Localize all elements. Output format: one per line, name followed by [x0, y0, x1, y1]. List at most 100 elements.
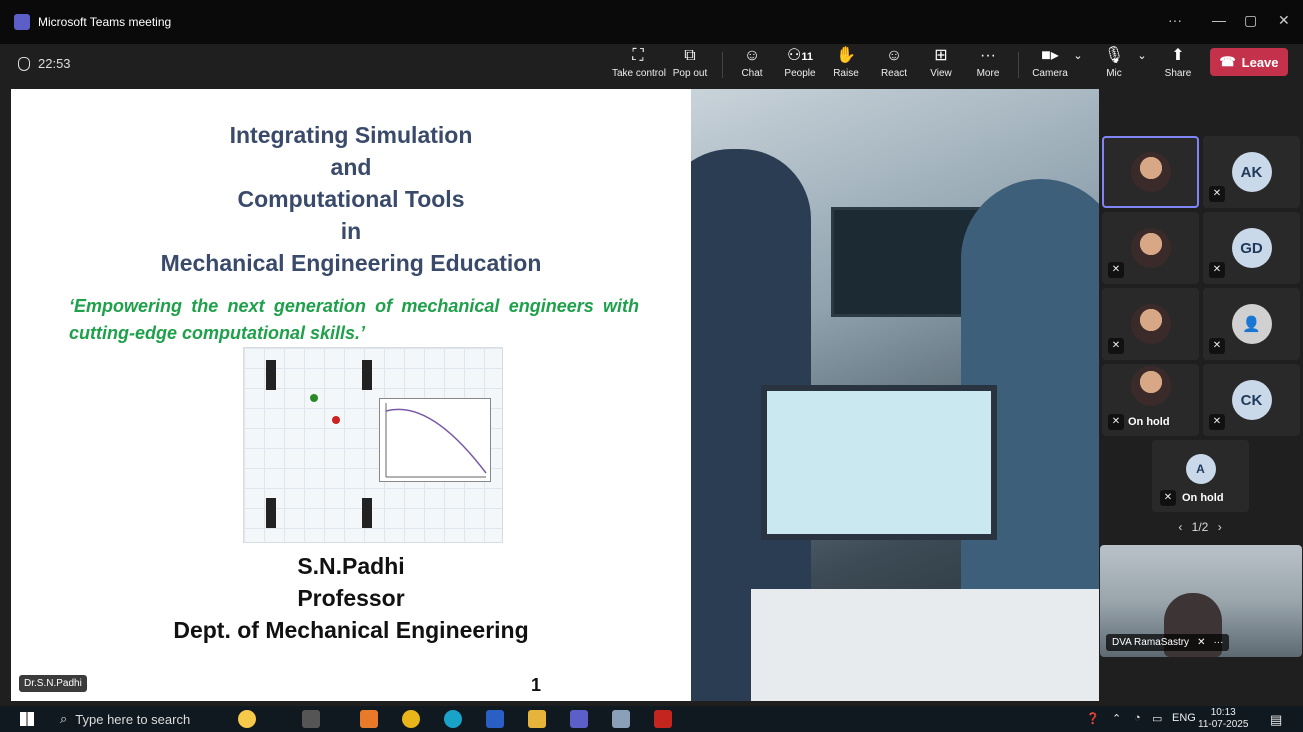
self-view-video[interactable]: DVA RamaSastry ✕ ···: [1100, 545, 1302, 657]
mic-off-icon: ✕: [1160, 490, 1176, 506]
participant-tile[interactable]: ✕: [1102, 212, 1199, 284]
mic-options-chevron[interactable]: ⌄: [1132, 46, 1152, 84]
on-hold-status: On hold: [1182, 492, 1224, 504]
pop-out-icon: ⧉: [684, 47, 696, 64]
slide-number: 1: [531, 675, 542, 695]
avatar: GD: [1231, 228, 1272, 268]
battery-icon: ▭: [1152, 713, 1163, 725]
simulation-plot: [379, 398, 491, 482]
slider-bar: [266, 360, 276, 390]
chevron-down-icon: ⌄: [1137, 50, 1147, 62]
avatar: A: [1185, 454, 1216, 484]
mic-off-icon: ✕: [1209, 338, 1225, 354]
photo-laptop: [761, 385, 997, 540]
task-view-icon[interactable]: [302, 710, 320, 728]
taskbar-clock[interactable]: 10:13 11-07-2025: [1198, 707, 1248, 731]
ellipsis-icon: ···: [980, 47, 996, 64]
avatar: AK: [1231, 152, 1272, 192]
restore-icon[interactable]: ▢: [1244, 12, 1257, 29]
toolbar-divider: [722, 52, 723, 78]
avatar: [1130, 228, 1171, 268]
acrobat-icon[interactable]: [654, 710, 672, 728]
chevron-left-icon[interactable]: ‹: [1178, 520, 1182, 534]
slide-title-line: Integrating Simulation: [229, 122, 473, 148]
word-icon[interactable]: [486, 710, 504, 728]
teams-icon: [14, 14, 30, 30]
taskbar-search[interactable]: ⌕ Type here to search: [52, 708, 222, 730]
meeting-toolbar: 22:53 ⛶ Take control ⧉ Pop out ☺ Chat ⚇1…: [0, 44, 1303, 86]
slider-bar: [266, 498, 276, 528]
avatar: CK: [1231, 380, 1272, 420]
participant-tile[interactable]: GD ✕: [1203, 212, 1300, 284]
title-bar: Microsoft Teams meeting ··· — ▢ ✕: [0, 0, 1303, 44]
mic-off-icon: ✕: [1197, 637, 1206, 648]
help-icon[interactable]: ❓: [1086, 712, 1100, 725]
copilot-icon[interactable]: [238, 710, 256, 728]
slider-bar: [362, 498, 372, 528]
view-label: View: [930, 68, 952, 79]
mic-off-icon: ✕: [1209, 186, 1225, 202]
people-button[interactable]: ⚇11 People: [774, 46, 826, 84]
edge-icon[interactable]: [444, 710, 462, 728]
raise-hand-button[interactable]: ✋ Raise: [820, 46, 872, 84]
chat-icon: ☺: [743, 47, 761, 64]
notifications-icon[interactable]: ▤: [1270, 712, 1282, 728]
avatar: [1130, 152, 1171, 192]
people-count: 11: [801, 51, 813, 63]
participant-tile[interactable]: CK ✕: [1203, 364, 1300, 436]
minimize-icon[interactable]: —: [1212, 12, 1226, 28]
more-label: More: [976, 68, 1000, 79]
ball-b: [332, 416, 340, 424]
wifi-icon: ◔: [1134, 712, 1141, 724]
camera-options-chevron[interactable]: ⌄: [1068, 46, 1088, 84]
take-control-button[interactable]: ⛶ Take control: [612, 46, 666, 84]
clock-time: 10:13: [1210, 707, 1236, 718]
chrome-icon[interactable]: [402, 710, 420, 728]
mic-off-icon: ✕: [1108, 414, 1124, 430]
slide-photo: [691, 89, 1099, 701]
file-explorer-icon[interactable]: [528, 710, 546, 728]
participant-tile[interactable]: [1102, 136, 1199, 208]
author-name: S.N.Padhi: [297, 553, 405, 579]
chevron-up-icon[interactable]: ⌃: [1112, 712, 1121, 725]
participant-tile[interactable]: 👤 ✕: [1203, 288, 1300, 360]
close-icon[interactable]: ✕: [1278, 12, 1290, 29]
phone-hangup-icon: ☎: [1219, 54, 1236, 69]
pop-out-button[interactable]: ⧉ Pop out: [664, 46, 716, 84]
windows-taskbar: ⌕ Type here to search ❓ ⌃ ◔ ▭ ENG 10:13 …: [0, 706, 1303, 732]
view-button[interactable]: ⊞ View: [915, 46, 967, 84]
mic-off-icon: ✕: [1209, 262, 1225, 278]
matlab-icon[interactable]: [360, 710, 378, 728]
slide-title-line: and: [330, 154, 372, 180]
on-hold-status: On hold: [1128, 416, 1170, 428]
participant-tile[interactable]: ✕ On hold: [1102, 364, 1199, 436]
avatar: [1130, 365, 1171, 406]
slide-title-line: in: [340, 218, 362, 244]
slide-text-panel: Integrating Simulation and Computational…: [11, 89, 691, 701]
more-options-icon[interactable]: ···: [1168, 12, 1182, 28]
chat-button[interactable]: ☺ Chat: [726, 46, 778, 84]
chevron-right-icon[interactable]: ›: [1218, 520, 1222, 534]
raise-label: Raise: [833, 68, 859, 79]
more-button[interactable]: ··· More: [962, 46, 1014, 84]
participant-tile[interactable]: ✕: [1102, 288, 1199, 360]
teams-icon[interactable]: [570, 710, 588, 728]
language-indicator[interactable]: ENG: [1172, 712, 1196, 724]
slider-bar: [362, 360, 372, 390]
app-icon[interactable]: [612, 710, 630, 728]
react-label: React: [880, 68, 908, 79]
participant-tile[interactable]: AK ✕: [1203, 136, 1300, 208]
chevron-down-icon: ⌄: [1073, 50, 1083, 62]
leave-label: Leave: [1241, 54, 1279, 70]
grid-icon: ⊞: [934, 47, 948, 64]
more-options-icon[interactable]: ···: [1213, 637, 1223, 648]
participant-tile[interactable]: A ✕ On hold: [1152, 440, 1249, 512]
timer-text: 22:53: [38, 56, 71, 71]
people-icon: ⚇11: [787, 47, 813, 64]
shield-icon: [18, 56, 30, 71]
leave-button[interactable]: ☎ Leave: [1210, 48, 1288, 76]
react-button[interactable]: ☺ React: [868, 46, 920, 84]
share-button[interactable]: ⬆ Share: [1152, 46, 1204, 84]
author-role: Professor: [297, 585, 405, 611]
windows-start-icon[interactable]: [20, 712, 34, 726]
